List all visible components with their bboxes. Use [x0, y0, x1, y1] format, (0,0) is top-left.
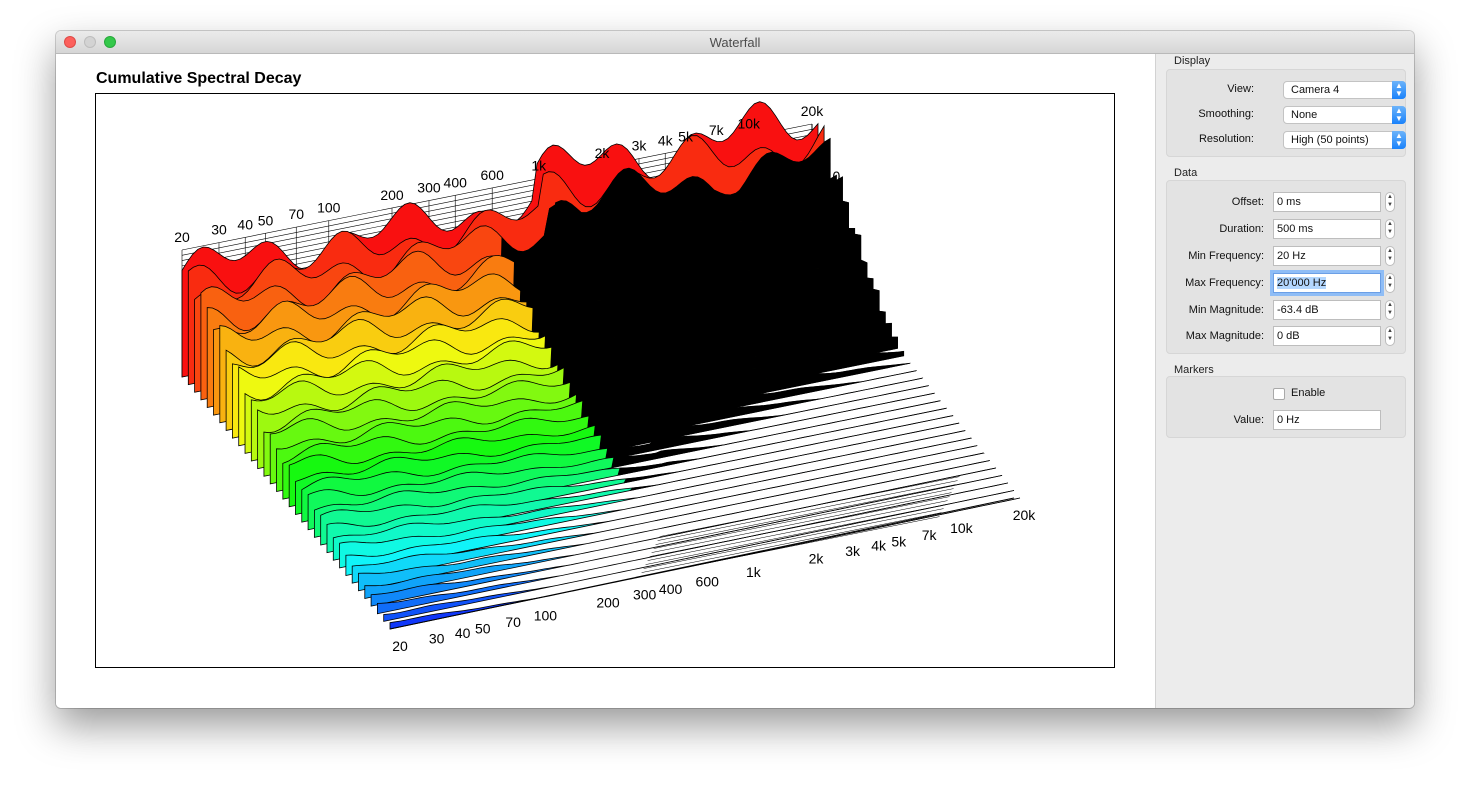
front-frequency-tick-label: 10k [950, 520, 974, 536]
magnitude-tick-label: -20 [820, 207, 840, 223]
duration-field[interactable]: 500 ms [1273, 219, 1381, 239]
window-title: Waterfall [709, 35, 761, 50]
min-magnitude-field[interactable]: -63.4 dB [1273, 300, 1381, 320]
back-frequency-tick-label: 400 [444, 174, 468, 190]
front-frequency-tick-label: 20 [392, 638, 408, 654]
markers-group-title: Markers [1174, 364, 1214, 376]
front-frequency-tick-label: 70 [505, 614, 521, 630]
min-magnitude-label: Min Magnitude: [1188, 304, 1264, 316]
front-frequency-tick-label: 4k [871, 538, 887, 554]
grid-line [659, 476, 960, 537]
waterfall-chart: 20 30 40 50 70 100200 300 400 6001k2k 3k 4k 5k 7k 10k… [174, 101, 1037, 654]
markers-group: Enable Value: 0 Hz [1166, 376, 1406, 438]
front-frequency-tick-label: 40 [455, 625, 471, 641]
front-frequency-tick-label: 7k [922, 527, 938, 543]
resolution-label: Resolution: [1198, 133, 1254, 145]
view-value: Camera 4 [1291, 84, 1340, 96]
marker-value-label: Value: [1233, 414, 1264, 426]
marker-value-field[interactable]: 0 Hz [1273, 410, 1381, 430]
plot-area: Cumulative Spectral Decay 20 30 40 50 70 100 2… [56, 54, 1155, 708]
back-frequency-tick-label: 20 [174, 229, 190, 245]
min-frequency-label: Min Frequency: [1188, 250, 1264, 262]
view-popup[interactable]: Camera 4 ▲ ▼ [1283, 81, 1406, 99]
back-frequency-tick-label: 2k [595, 145, 611, 161]
back-frequency-tick-label: 600 [481, 167, 505, 183]
min-frequency-stepper[interactable]: ▲ ▼ [1385, 246, 1395, 266]
smoothing-value: None [1291, 109, 1318, 121]
front-frequency-tick-label: 20k [1013, 507, 1037, 523]
front-frequency-tick-label: 50 [475, 621, 491, 637]
view-label: View: [1227, 83, 1254, 95]
front-frequency-tick-label: 100 [534, 607, 558, 623]
back-frequency-tick-label: 70 [288, 206, 304, 222]
decay-slice-hf [648, 445, 978, 514]
title-bar[interactable]: Waterfall [56, 31, 1414, 54]
front-frequency-tick-label: 400 [659, 581, 683, 597]
front-frequency-tick-label: 300 [633, 587, 657, 603]
waterfall-plot[interactable]: 20 30 40 50 70 100 200 300 400 600 1k 2k 3k 4k 5k 7k 10k… [95, 93, 1115, 668]
duration-label: Duration: [1219, 223, 1264, 235]
smoothing-popup[interactable]: None ▲ ▼ [1283, 106, 1406, 124]
back-frequency-tick-label: 300 [417, 180, 441, 196]
max-frequency-selected-text: 20'000 Hz [1277, 277, 1327, 289]
back-frequency-tick-label: 40 [237, 216, 253, 232]
back-frequency-tick-label: 1k [531, 158, 547, 174]
resolution-value: High (50 points) [1291, 134, 1369, 146]
front-frequency-tick-label: 5k [891, 533, 907, 549]
offset-stepper[interactable]: ▲ ▼ [1385, 192, 1395, 212]
magnitude-tick-label: 0 [820, 324, 828, 340]
front-frequency-tick-label: 600 [696, 573, 720, 589]
popup-arrows-icon: ▲ ▼ [1392, 81, 1406, 99]
magnitude-tick-label: -10 [820, 168, 840, 184]
front-frequency-tick-label: 30 [429, 630, 445, 646]
plot-title: Cumulative Spectral Decay [96, 70, 302, 87]
decay-slice-hf [661, 460, 990, 529]
enable-markers-checkbox[interactable] [1273, 388, 1285, 400]
front-frequency-tick-label: 3k [845, 543, 861, 559]
smoothing-label: Smoothing: [1198, 108, 1254, 120]
enable-markers-label[interactable]: Enable [1291, 387, 1325, 399]
back-frequency-tick-label: 3k [632, 138, 648, 154]
offset-label: Offset: [1231, 196, 1264, 208]
magnitude-tick-label: -30 [820, 246, 840, 262]
duration-stepper[interactable]: ▲ ▼ [1385, 219, 1395, 239]
max-frequency-label: Max Frequency: [1185, 277, 1264, 289]
offset-field[interactable]: 0 ms [1273, 192, 1381, 212]
max-magnitude-field[interactable]: 0 dB [1273, 326, 1381, 346]
resolution-popup[interactable]: High (50 points) ▲ ▼ [1283, 131, 1406, 149]
front-frequency-tick-label: 1k [746, 564, 762, 580]
grid-line [653, 488, 954, 549]
min-frequency-field[interactable]: 20 Hz [1273, 246, 1381, 266]
inspector-sidebar: Display View: Camera 4 ▲ ▼ Smoothing: Non… [1155, 54, 1414, 708]
front-frequency-tick-label: 200 [596, 594, 620, 610]
back-frequency-tick-label: 50 [258, 212, 274, 228]
back-frequency-tick-label: 200 [380, 187, 404, 203]
waterfall-window: Waterfall Cumulative Spectral Decay 20 30… [56, 31, 1414, 708]
back-frequency-tick-label: 10k [737, 116, 761, 132]
back-frequency-tick-label: 100 [317, 200, 341, 216]
min-magnitude-stepper[interactable]: ▲ ▼ [1385, 300, 1395, 320]
display-group-title: Display [1174, 55, 1211, 67]
popup-arrows-icon: ▲ ▼ [1392, 131, 1406, 149]
data-group-title: Data [1174, 167, 1198, 179]
popup-arrows-icon: ▲ ▼ [1392, 106, 1406, 124]
max-magnitude-stepper[interactable]: ▲ ▼ [1385, 326, 1395, 346]
back-frequency-tick-label: 20k [801, 103, 825, 119]
max-frequency-stepper[interactable]: ▲ ▼ [1385, 273, 1395, 293]
back-frequency-tick-label: 7k [709, 122, 725, 138]
back-frequency-tick-label: 30 [211, 222, 227, 238]
data-group: Offset: 0 ms ▲ ▼ Duration: 500 ms ▲ ▼ Min … [1166, 180, 1406, 354]
magnitude-tick-label: -40 [820, 285, 840, 301]
max-magnitude-label: Max Magnitude: [1185, 330, 1264, 342]
max-frequency-field[interactable]: 20'000 Hz [1273, 273, 1381, 293]
back-frequency-tick-label: 4k [658, 132, 674, 148]
front-frequency-tick-label: 2k [809, 551, 825, 567]
back-frequency-tick-label: 5k [678, 128, 694, 144]
display-group: View: Camera 4 ▲ ▼ Smoothing: None ▲ ▼ Res… [1166, 69, 1406, 157]
